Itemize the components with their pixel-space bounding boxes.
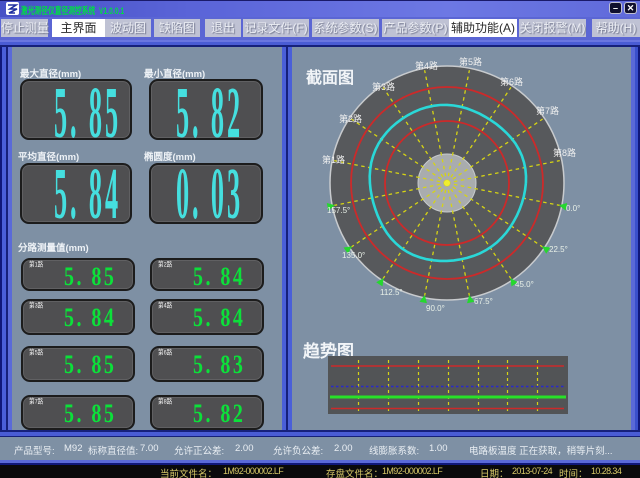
svg-text:第3路: 第3路 (372, 81, 395, 92)
svg-text:0.0°: 0.0° (566, 204, 580, 213)
svg-text:第1路: 第1路 (322, 154, 345, 165)
svg-text:第2路: 第2路 (339, 113, 362, 124)
svg-text:第8路: 第8路 (553, 147, 576, 158)
svg-text:22.5°: 22.5° (549, 245, 568, 254)
svg-text:90.0°: 90.0° (426, 304, 445, 313)
svg-text:135.0°: 135.0° (342, 251, 365, 260)
svg-text:第7路: 第7路 (536, 105, 559, 116)
svg-text:67.5°: 67.5° (474, 297, 493, 306)
svg-text:45.0°: 45.0° (515, 280, 534, 289)
svg-text:157.5°: 157.5° (327, 206, 350, 215)
svg-text:112.5°: 112.5° (380, 288, 403, 297)
svg-text:第5路: 第5路 (459, 56, 482, 67)
svg-text:第4路: 第4路 (415, 60, 438, 71)
svg-text:第6路: 第6路 (500, 76, 523, 87)
